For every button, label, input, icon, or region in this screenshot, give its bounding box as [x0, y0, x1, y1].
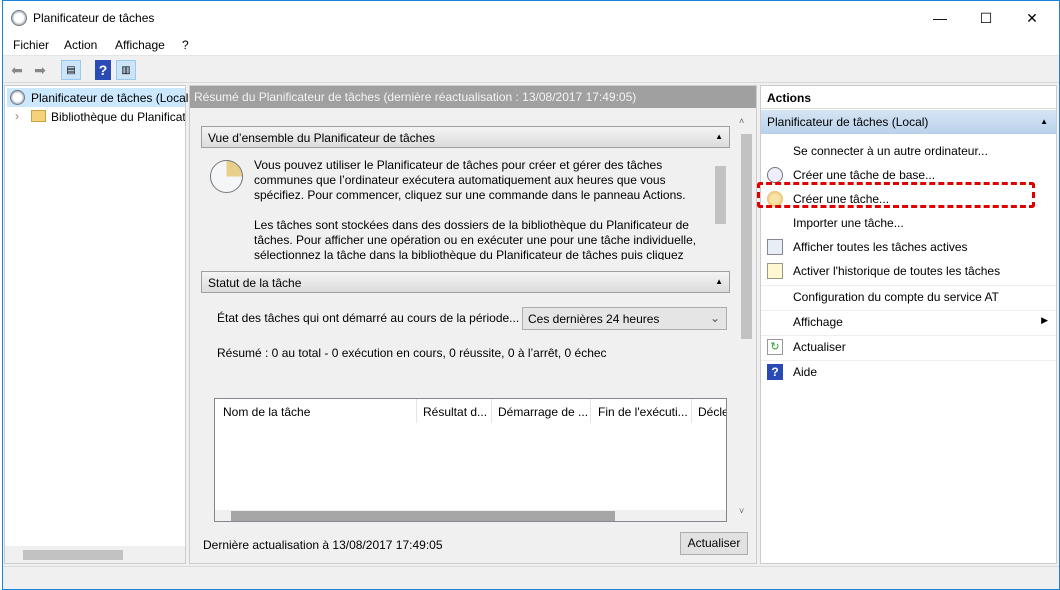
- folder-clock-icon: [31, 110, 46, 122]
- action-item[interactable]: Configuration du compte du service AT: [761, 285, 1056, 307]
- column-header-start[interactable]: Démarrage de ...: [498, 405, 588, 419]
- action-item[interactable]: Afficher toutes les tâches actives: [761, 236, 1056, 258]
- column-header-result[interactable]: Résultat d...: [423, 405, 487, 419]
- collapse-icon[interactable]: ▲: [1040, 117, 1048, 126]
- column-header-end[interactable]: Fin de l'exécuti...: [598, 405, 688, 419]
- scrollbar-thumb[interactable]: [231, 511, 615, 521]
- maximize-button[interactable]: ☐: [963, 1, 1009, 35]
- action-item[interactable]: ? Aide: [761, 360, 1056, 382]
- column-header-trigger[interactable]: Décle: [698, 405, 726, 419]
- tree-item-library[interactable]: › Bibliothèque du Planificat: [7, 107, 185, 126]
- help-icon[interactable]: ?: [95, 60, 111, 80]
- action-item[interactable]: Activer l'historique de toutes les tâche…: [761, 260, 1056, 282]
- scrollbar-thumb[interactable]: [715, 166, 726, 224]
- title-bar: Planificateur de tâches — ☐ ✕: [3, 1, 1059, 35]
- action-label: Configuration du compte du service AT: [793, 290, 999, 304]
- running-tasks-icon: [767, 239, 783, 255]
- highlight-box: [757, 182, 1035, 208]
- console-tree: Planificateur de tâches (Local › Bibliot…: [4, 85, 188, 564]
- status-bar: [3, 566, 1059, 589]
- collapse-icon[interactable]: ▲: [715, 277, 723, 286]
- scroll-up-arrow[interactable]: ˄: [739, 116, 744, 126]
- clock-icon: [210, 160, 243, 193]
- table-horizontal-scrollbar[interactable]: [215, 510, 726, 521]
- action-label: Actualiser: [793, 340, 846, 354]
- menu-affichage[interactable]: Affichage: [115, 38, 165, 52]
- action-label: Se connecter à un autre ordinateur...: [793, 144, 988, 158]
- tree-item-root[interactable]: Planificateur de tâches (Local: [7, 88, 188, 107]
- help-icon: ?: [767, 364, 783, 380]
- action-label: Importer une tâche...: [793, 216, 904, 230]
- status-summary: Résumé : 0 au total - 0 exécution en cou…: [217, 346, 607, 360]
- chevron-down-icon: ⌄: [709, 311, 720, 325]
- actions-section-header[interactable]: Planificateur de tâches (Local) ▲: [761, 110, 1056, 134]
- action-label: Afficher toutes les tâches actives: [793, 240, 968, 254]
- summary-pane: Résumé du Planificateur de tâches (derni…: [189, 85, 757, 564]
- expand-chevron-icon[interactable]: ›: [15, 109, 19, 123]
- menu-action[interactable]: Action: [64, 38, 97, 52]
- clock-icon: [10, 90, 25, 105]
- actions-title: Actions: [761, 86, 1056, 109]
- minimize-button[interactable]: —: [917, 1, 963, 35]
- summary-header: Résumé du Planificateur de tâches (derni…: [190, 86, 756, 108]
- overview-section-header[interactable]: Vue d’ensemble du Planificateur de tâche…: [201, 126, 730, 148]
- window-title: Planificateur de tâches: [33, 11, 155, 25]
- menu-help[interactable]: ?: [182, 38, 189, 52]
- vertical-scrollbar[interactable]: ˄ ˅: [739, 116, 754, 521]
- task-scheduler-window: Planificateur de tâches — ☐ ✕ Fichier Ac…: [2, 0, 1060, 590]
- actions-pane: Actions Planificateur de tâches (Local) …: [757, 85, 1057, 564]
- overview-content: Vous pouvez utiliser le Planificateur de…: [201, 150, 730, 260]
- action-item[interactable]: Importer une tâche...: [761, 212, 1056, 234]
- scrollbar-thumb[interactable]: [741, 134, 752, 339]
- console-tree-icon[interactable]: ▤: [61, 60, 81, 80]
- toolbar: ⬅ ➡ ▤ ? ▥: [3, 57, 1059, 83]
- action-label: Activer l'historique de toutes les tâche…: [793, 264, 1001, 278]
- create-basic-task-icon: [767, 167, 783, 183]
- last-refresh-text: Dernière actualisation à 13/08/2017 17:4…: [203, 538, 443, 552]
- submenu-arrow-icon: ▶: [1041, 315, 1048, 325]
- menu-bar: Fichier Action Affichage ?: [3, 35, 1059, 56]
- action-item[interactable]: ↻ Actualiser: [761, 335, 1056, 357]
- history-icon: [767, 263, 783, 279]
- action-label: Affichage: [793, 315, 843, 329]
- back-arrow-icon[interactable]: ⬅: [7, 60, 27, 80]
- period-dropdown[interactable]: Ces dernières 24 heures ⌄: [522, 307, 727, 330]
- horizontal-scrollbar[interactable]: [5, 546, 185, 563]
- status-section-header[interactable]: Statut de la tâche ▲: [201, 271, 730, 293]
- overview-scrollbar[interactable]: [713, 150, 728, 260]
- close-button[interactable]: ✕: [1009, 1, 1055, 35]
- action-label: Aide: [793, 365, 818, 379]
- clock-icon: [11, 10, 27, 26]
- column-header-name[interactable]: Nom de la tâche: [223, 405, 310, 419]
- collapse-icon[interactable]: ▲: [715, 132, 723, 141]
- action-label: Créer une tâche de base...: [793, 168, 936, 182]
- period-label: État des tâches qui ont démarré au cours…: [217, 311, 520, 325]
- refresh-icon: ↻: [767, 339, 783, 355]
- scrollbar-thumb[interactable]: [23, 550, 123, 560]
- action-item[interactable]: Se connecter à un autre ordinateur...: [761, 140, 1056, 162]
- task-status-table: Nom de la tâche Résultat d... Démarrage …: [214, 398, 727, 522]
- forward-arrow-icon[interactable]: ➡: [30, 60, 50, 80]
- action-pane-icon[interactable]: ▥: [116, 60, 136, 80]
- action-item[interactable]: Affichage ▶: [761, 310, 1056, 332]
- scroll-down-arrow[interactable]: ˅: [739, 506, 744, 516]
- refresh-button[interactable]: Actualiser: [680, 532, 748, 555]
- menu-fichier[interactable]: Fichier: [13, 38, 49, 52]
